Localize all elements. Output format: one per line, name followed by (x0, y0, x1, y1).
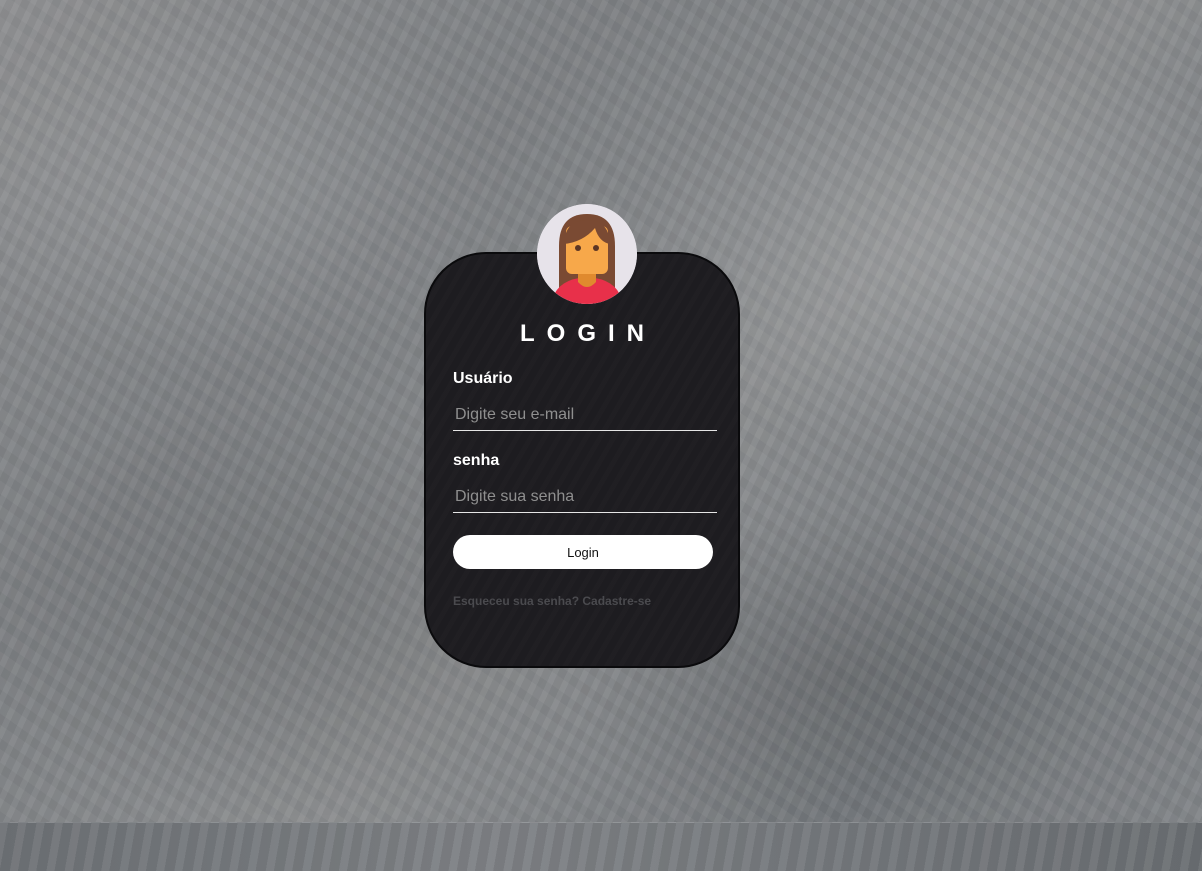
signup-link[interactable]: Cadastre-se (582, 594, 651, 608)
username-label: Usuário (453, 370, 513, 387)
login-button[interactable]: Login (453, 535, 713, 569)
account-links: Esqueceu sua senha? Cadastre-se (453, 594, 651, 608)
background-texture (0, 822, 1202, 871)
login-title: LOGIN (520, 320, 656, 347)
female-user-avatar-icon (537, 204, 637, 304)
password-input[interactable] (453, 482, 717, 513)
forgot-password-link[interactable]: Esqueceu sua senha? (453, 594, 579, 608)
password-label: senha (453, 452, 500, 469)
username-input[interactable] (453, 400, 717, 431)
